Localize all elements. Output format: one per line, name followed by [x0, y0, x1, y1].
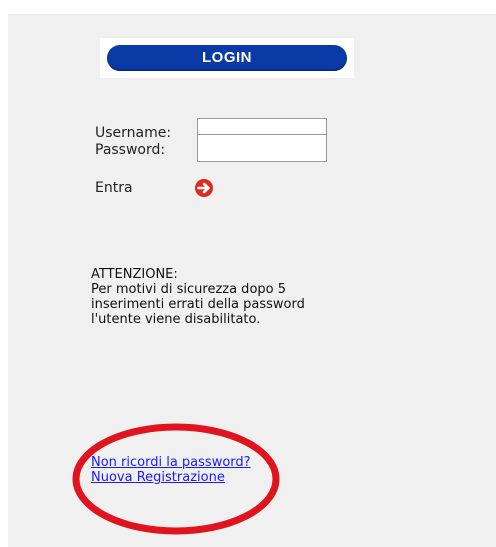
- login-title: LOGIN: [202, 49, 252, 66]
- login-header: LOGIN: [107, 45, 347, 71]
- notice-title: ATTENZIONE:: [91, 267, 178, 282]
- new-registration-link[interactable]: Nuova Registrazione: [91, 470, 225, 485]
- notice-line: Per motivi di sicurezza dopo 5: [91, 282, 286, 297]
- notice-line: l'utente viene disabilitato.: [91, 312, 261, 327]
- forgot-password-link[interactable]: Non ricordi la password?: [91, 455, 251, 470]
- password-input[interactable]: [197, 134, 327, 162]
- cropped-header-strip: [0, 0, 496, 8]
- enter-label[interactable]: Entra: [95, 180, 133, 196]
- security-notice: ATTENZIONE: Per motivi di sicurezza dopo…: [91, 267, 351, 327]
- arrow-right-circle-icon[interactable]: [194, 178, 214, 198]
- notice-line: inserimenti errati della password: [91, 297, 305, 312]
- username-label: Username:: [95, 125, 172, 141]
- password-label: Password:: [95, 142, 166, 158]
- login-banner: LOGIN: [100, 38, 354, 78]
